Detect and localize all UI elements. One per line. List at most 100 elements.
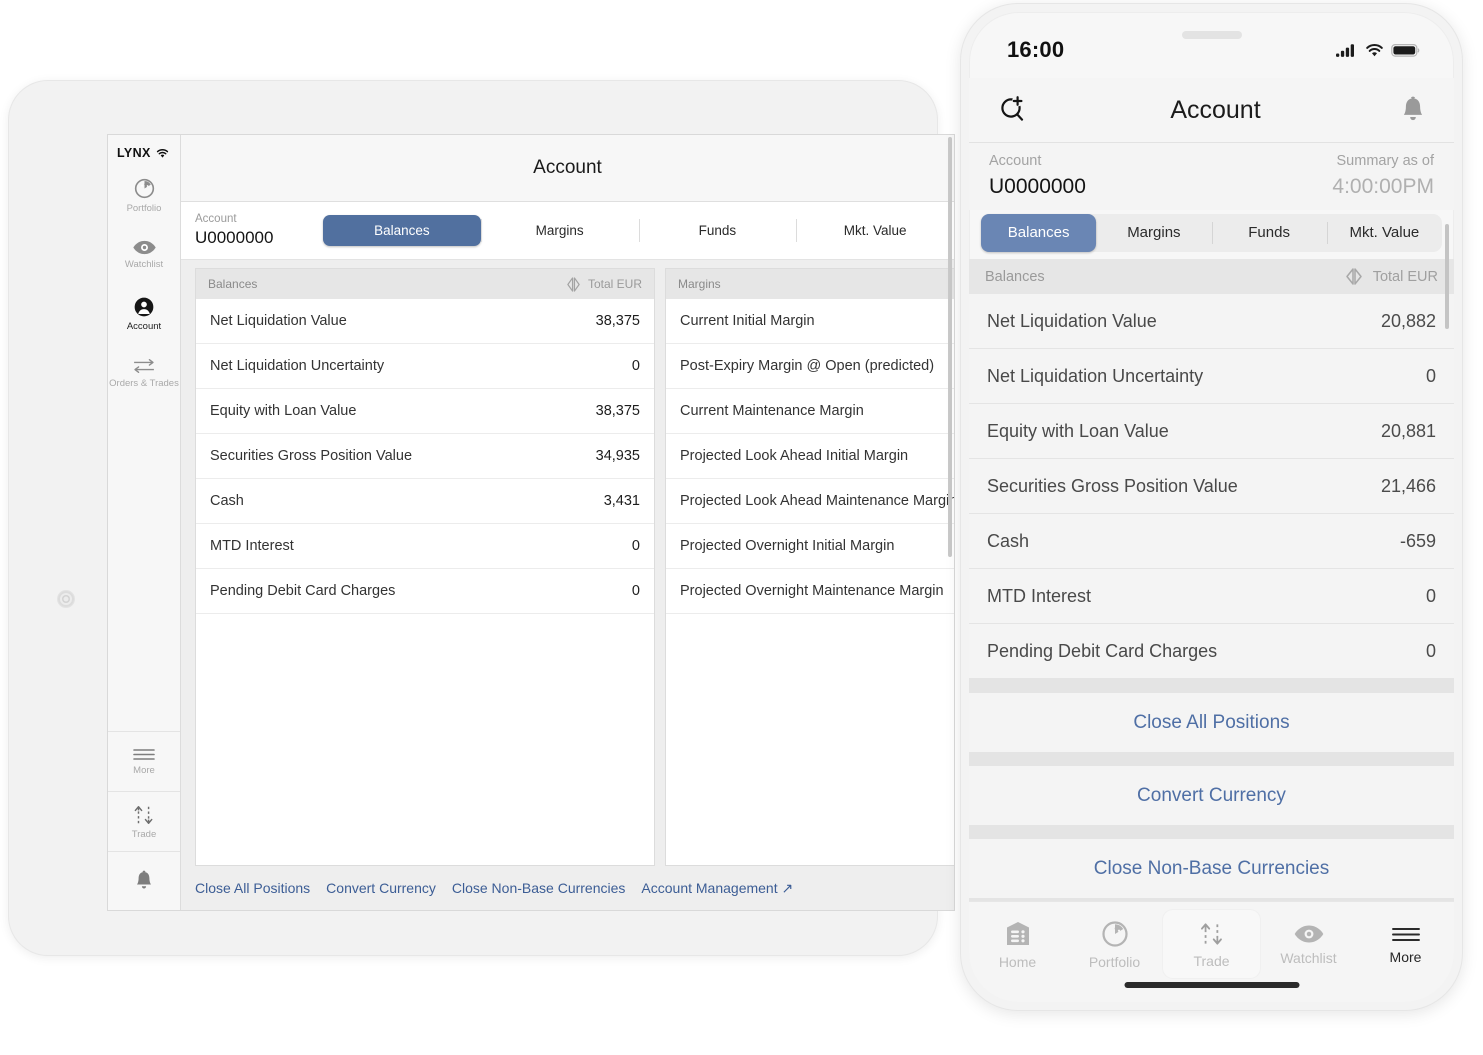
tabbar-item-label: More bbox=[1389, 948, 1422, 965]
table-row[interactable]: Current Initial Margin bbox=[666, 299, 954, 344]
convert-currency-link[interactable]: Convert Currency bbox=[326, 880, 436, 896]
sidebar-item-more[interactable]: More bbox=[108, 731, 180, 791]
table-row[interactable]: Projected Overnight Maintenance Margin bbox=[666, 569, 954, 614]
sidebar-item-watchlist[interactable]: Watchlist bbox=[108, 225, 180, 284]
table-row[interactable]: Net Liquidation Uncertainty 0 bbox=[196, 344, 654, 389]
table-row[interactable]: Current Maintenance Margin bbox=[666, 389, 954, 434]
table-row[interactable]: Pending Debit Card Charges 0 bbox=[196, 569, 654, 614]
list-item[interactable]: Equity with Loan Value 20,881 bbox=[969, 404, 1454, 460]
hamburger-icon bbox=[132, 747, 156, 762]
account-value[interactable]: U0000000 bbox=[989, 173, 1086, 200]
phone-account-block: Account U0000000 bbox=[989, 151, 1086, 200]
add-search-icon[interactable] bbox=[997, 94, 1031, 126]
tab-mkt-value[interactable]: Mkt. Value bbox=[1326, 214, 1442, 252]
row-label: Net Liquidation Uncertainty bbox=[210, 358, 385, 374]
margins-panel-header: Margins bbox=[666, 269, 954, 299]
sidebar-item-portfolio[interactable]: Portfolio bbox=[108, 166, 180, 225]
table-row[interactable]: Post-Expiry Margin @ Open (predicted) bbox=[666, 344, 954, 389]
list-item[interactable]: Net Liquidation Uncertainty 0 bbox=[969, 349, 1454, 405]
row-value: 38,375 bbox=[595, 313, 640, 329]
table-row[interactable]: Cash 3,431 bbox=[196, 479, 654, 524]
row-label: Projected Look Ahead Initial Margin bbox=[680, 448, 909, 464]
phone-scrollbar[interactable] bbox=[1445, 224, 1449, 329]
tabbar-item-home[interactable]: Home bbox=[969, 910, 1066, 978]
tablet-screen: LYNX Portfolio Watchlist Account Orders … bbox=[107, 134, 955, 911]
table-row[interactable]: MTD Interest 0 bbox=[196, 524, 654, 569]
tab-margins[interactable]: Margins bbox=[480, 215, 639, 246]
row-label: Projected Look Ahead Maintenance Margin bbox=[680, 493, 955, 509]
row-label: Pending Debit Card Charges bbox=[987, 640, 1218, 661]
currency-label: Total EUR bbox=[1372, 268, 1438, 285]
row-label: Current Initial Margin bbox=[680, 313, 815, 329]
tab-balances[interactable]: Balances bbox=[981, 214, 1097, 253]
sidebar-item-trade[interactable]: Trade bbox=[108, 791, 180, 851]
table-row[interactable]: Projected Look Ahead Initial Margin bbox=[666, 434, 954, 479]
close-non-base-currencies-button[interactable]: Close Non-Base Currencies bbox=[969, 839, 1454, 899]
phone-navbar: Account bbox=[969, 78, 1454, 143]
table-row[interactable]: Projected Look Ahead Maintenance Margin bbox=[666, 479, 955, 524]
wifi-icon bbox=[156, 148, 169, 159]
row-label: Securities Gross Position Value bbox=[210, 448, 413, 464]
wifi-icon bbox=[1365, 43, 1384, 58]
close-non-base-currencies-link[interactable]: Close Non-Base Currencies bbox=[452, 880, 626, 896]
currency-selector[interactable]: Total EUR bbox=[1343, 267, 1438, 286]
tabbar-item-more[interactable]: More bbox=[1357, 910, 1454, 978]
screenshot-stage: LYNX Portfolio Watchlist Account Orders … bbox=[0, 0, 1483, 1055]
phone-status-bar: 16:00 bbox=[969, 12, 1454, 78]
tab-margins[interactable]: Margins bbox=[1096, 214, 1211, 252]
tablet-account-block: Account U0000000 bbox=[195, 212, 323, 249]
tabbar-item-watchlist[interactable]: Watchlist bbox=[1260, 910, 1357, 978]
phone-summary-block: Summary as of 4:00:00PM bbox=[1332, 151, 1434, 200]
margins-rows: Current Initial Margin Post-Expiry Margi… bbox=[666, 299, 955, 865]
tabbar-item-trade[interactable]: Trade bbox=[1163, 910, 1260, 978]
balances-panel-header: Balances Total EUR bbox=[196, 269, 654, 299]
currency-selector[interactable]: Total EUR bbox=[565, 276, 642, 292]
tab-mkt-value[interactable]: Mkt. Value bbox=[796, 215, 954, 246]
status-icons bbox=[1336, 43, 1420, 58]
list-item[interactable]: Cash -659 bbox=[969, 514, 1454, 570]
sidebar-item-account[interactable]: Account bbox=[108, 284, 180, 343]
list-item[interactable]: Securities Gross Position Value 21,466 bbox=[969, 459, 1454, 515]
panel-title: Margins bbox=[678, 277, 721, 291]
summary-time: 4:00:00PM bbox=[1332, 174, 1434, 198]
table-row[interactable]: Securities Gross Position Value 34,935 bbox=[196, 434, 654, 479]
eye-icon bbox=[1293, 923, 1325, 945]
tablet-scrollbar[interactable] bbox=[948, 137, 952, 557]
tabbar-item-portfolio[interactable]: Portfolio bbox=[1066, 910, 1163, 978]
convert-currency-button[interactable]: Convert Currency bbox=[969, 766, 1454, 826]
close-all-positions-link[interactable]: Close All Positions bbox=[195, 880, 310, 896]
row-label: MTD Interest bbox=[987, 585, 1092, 606]
sidebar-item-label: More bbox=[133, 765, 155, 777]
close-all-positions-button[interactable]: Close All Positions bbox=[969, 693, 1454, 753]
sidebar-item-notifications[interactable] bbox=[108, 851, 180, 910]
cellular-signal-icon bbox=[1336, 43, 1358, 58]
row-value: 0 bbox=[1425, 640, 1436, 661]
summary-label: Summary as of bbox=[1336, 153, 1435, 169]
sidebar-item-orders-trades[interactable]: Orders & Trades bbox=[108, 343, 180, 402]
tab-funds[interactable]: Funds bbox=[638, 215, 797, 246]
phone-home-indicator[interactable] bbox=[1124, 982, 1299, 988]
account-management-link[interactable]: Account Management ↗ bbox=[641, 880, 793, 897]
currency-label: Total EUR bbox=[587, 277, 642, 291]
tab-balances[interactable]: Balances bbox=[323, 215, 481, 246]
phone-page-title: Account bbox=[1170, 95, 1261, 124]
table-row[interactable]: Net Liquidation Value 38,375 bbox=[196, 299, 654, 344]
list-item[interactable]: Pending Debit Card Charges 0 bbox=[969, 624, 1454, 680]
brand-label: LYNX bbox=[117, 146, 151, 160]
bell-icon[interactable] bbox=[1400, 96, 1426, 124]
person-icon bbox=[133, 296, 155, 318]
phone-tab-bar: Balances Margins Funds Mkt. Value bbox=[981, 214, 1442, 253]
table-row[interactable]: Equity with Loan Value 38,375 bbox=[196, 389, 654, 434]
tablet-account-bar: Account U0000000 Balances Margins Funds … bbox=[181, 202, 954, 260]
phone-balances-subheader: Balances Total EUR bbox=[969, 259, 1454, 295]
home-icon bbox=[1003, 919, 1033, 949]
list-item[interactable]: MTD Interest 0 bbox=[969, 569, 1454, 625]
trade-arrows-icon bbox=[1197, 920, 1227, 948]
account-value[interactable]: U0000000 bbox=[195, 227, 323, 249]
list-item[interactable]: Net Liquidation Value 20,882 bbox=[969, 294, 1454, 350]
table-row[interactable]: Projected Overnight Initial Margin bbox=[666, 524, 954, 569]
tab-funds[interactable]: Funds bbox=[1211, 214, 1327, 252]
tablet-home-button[interactable] bbox=[58, 591, 74, 607]
sidebar-item-label: Watchlist bbox=[124, 259, 164, 271]
